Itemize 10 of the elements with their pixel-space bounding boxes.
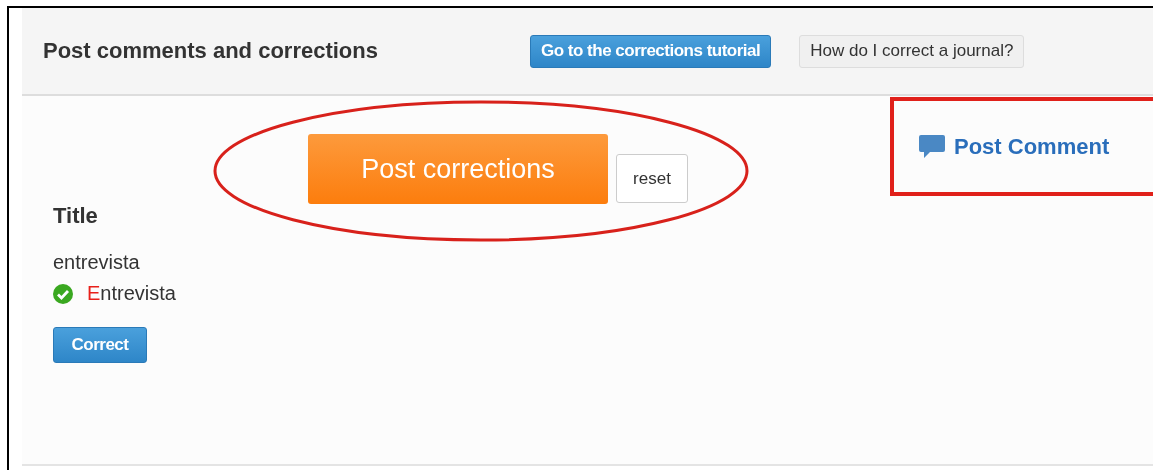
speech-bubble-icon <box>918 133 946 160</box>
original-text: entrevista <box>53 251 140 274</box>
field-label: Title <box>53 203 98 229</box>
correct-button[interactable]: Correct <box>53 327 147 363</box>
post-comment-link[interactable]: Post Comment <box>918 133 1110 160</box>
section-title: Post comments and corrections <box>43 38 379 64</box>
tutorial-button[interactable]: Go to the corrections tutorial <box>530 34 772 68</box>
help-button[interactable]: How do I correct a journal? <box>799 34 1025 68</box>
reset-button[interactable]: reset <box>616 154 688 203</box>
corrected-text: Entrevista <box>87 282 176 305</box>
